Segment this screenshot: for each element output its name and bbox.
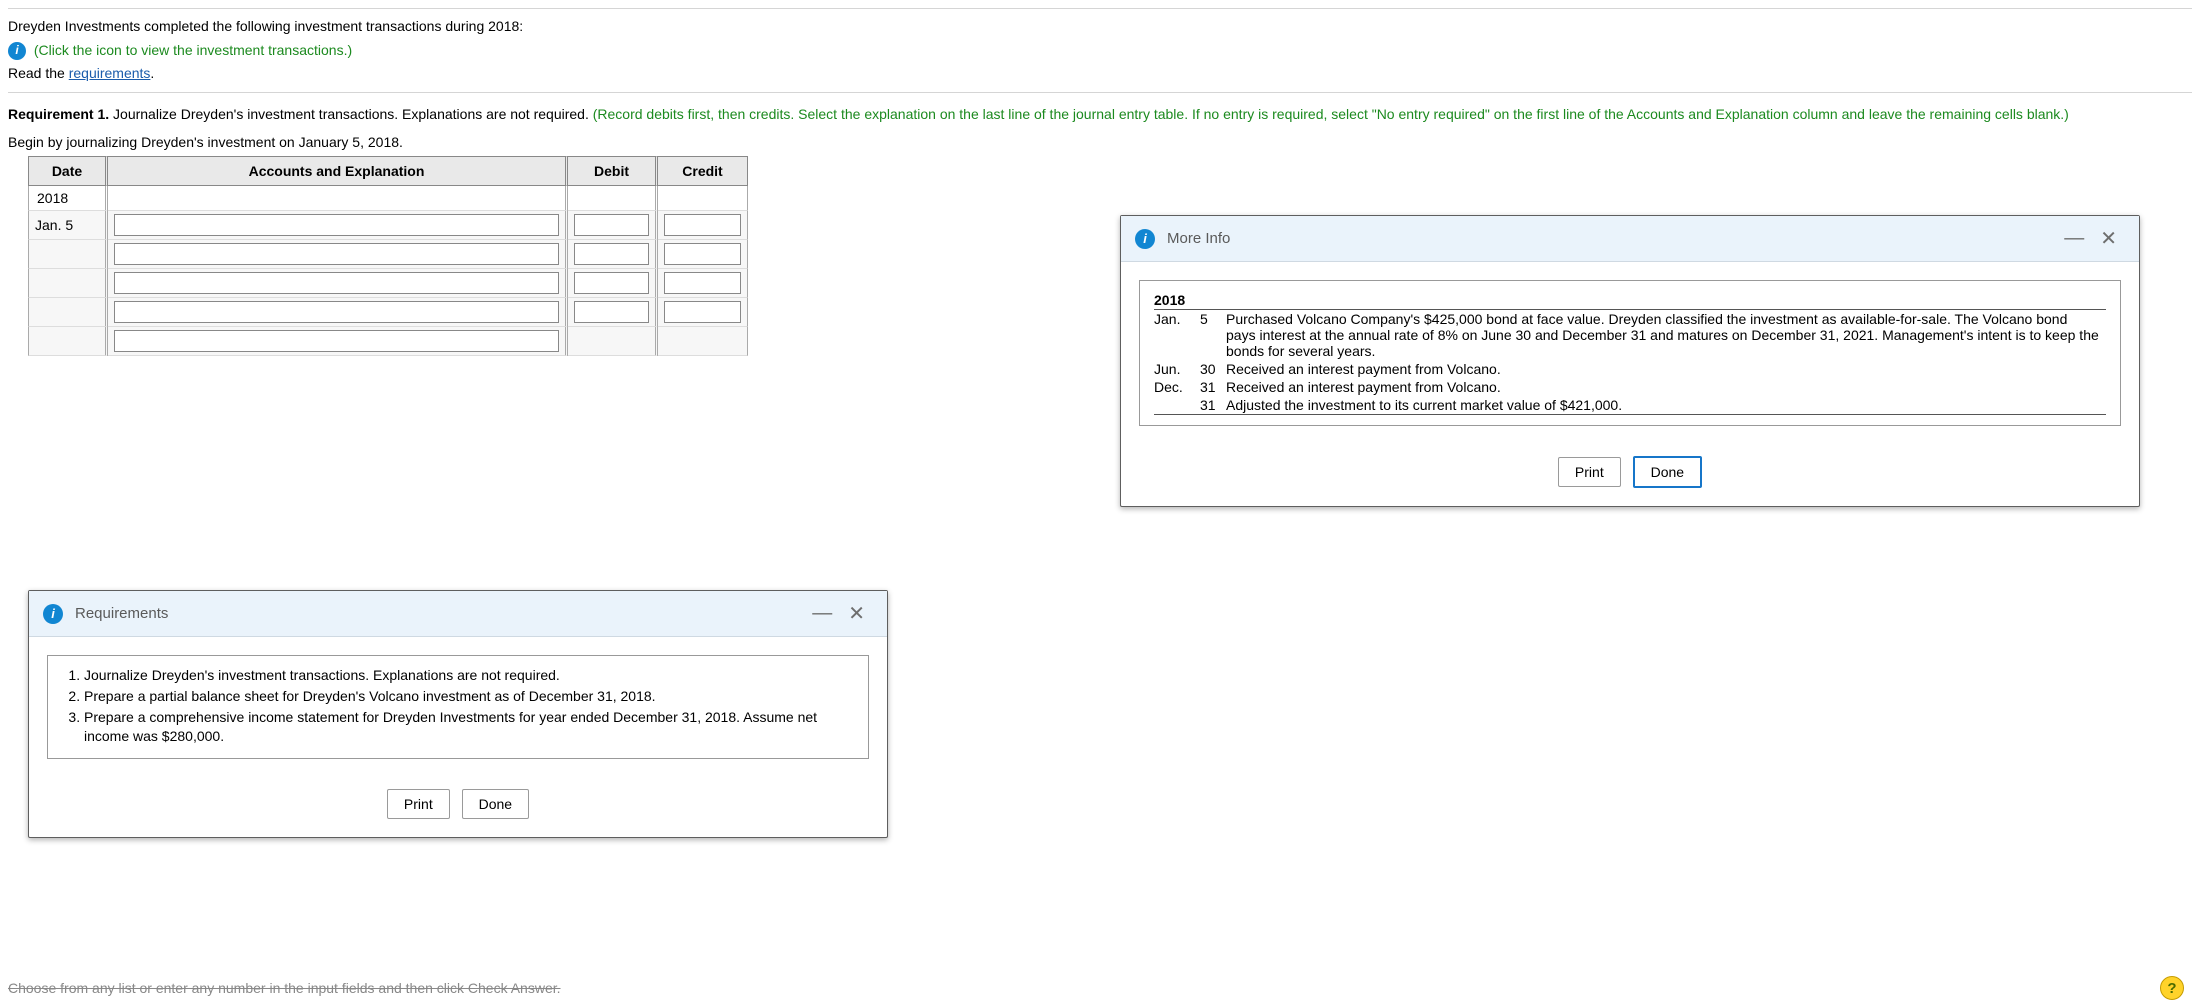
table-row: Jan.5Purchased Volcano Company's $425,00…: [1154, 310, 2106, 361]
credit-input[interactable]: [664, 272, 741, 294]
read-prefix: Read the: [8, 65, 69, 81]
debit-input[interactable]: [574, 214, 649, 236]
requirements-popup: i Requirements — ✕ Journalize Dreyden's …: [28, 590, 888, 838]
table-row: Jan. 5: [28, 211, 748, 240]
done-button[interactable]: Done: [462, 789, 529, 819]
requirement-1: Requirement 1. Journalize Dreyden's inve…: [8, 105, 2184, 125]
journal-date-jan5: Jan. 5: [28, 211, 108, 240]
credit-input[interactable]: [664, 301, 741, 323]
requirement-1-hint: (Record debits first, then credits. Sele…: [593, 106, 2069, 122]
done-button[interactable]: Done: [1633, 456, 1702, 488]
account-input[interactable]: [114, 301, 559, 323]
table-row: Dec.31Received an interest payment from …: [1154, 378, 2106, 396]
account-input[interactable]: [114, 272, 559, 294]
requirements-link[interactable]: requirements: [69, 65, 151, 81]
intro-text: Dreyden Investments completed the follow…: [8, 17, 2192, 37]
close-icon[interactable]: ✕: [2092, 226, 2125, 251]
col-accounts: Accounts and Explanation: [108, 156, 568, 186]
print-button[interactable]: Print: [387, 789, 450, 819]
table-row: [28, 269, 748, 298]
requirement-1-label: Requirement 1.: [8, 106, 109, 122]
col-credit: Credit: [658, 156, 748, 186]
close-icon[interactable]: ✕: [840, 601, 873, 626]
debit-input[interactable]: [574, 243, 649, 265]
footer-hint: Choose from any list or enter any number…: [8, 980, 2160, 996]
col-date: Date: [28, 156, 108, 186]
minimize-icon[interactable]: —: [804, 602, 840, 625]
requirements-list: Journalize Dreyden's investment transact…: [62, 666, 854, 746]
begin-instruction: Begin by journalizing Dreyden's investme…: [8, 134, 2192, 150]
more-info-table: 2018 Jan.5Purchased Volcano Company's $4…: [1154, 291, 2106, 415]
debit-input[interactable]: [574, 272, 649, 294]
minimize-icon[interactable]: —: [2056, 227, 2092, 250]
debit-input[interactable]: [574, 301, 649, 323]
more-info-year: 2018: [1154, 291, 2106, 310]
credit-input[interactable]: [664, 243, 741, 265]
info-icon: i: [1135, 229, 1155, 249]
click-hint: (Click the icon to view the investment t…: [34, 42, 352, 58]
read-suffix: .: [150, 65, 154, 81]
table-row: Jun.30Received an interest payment from …: [1154, 360, 2106, 378]
credit-input[interactable]: [664, 214, 741, 236]
table-row: [28, 298, 748, 327]
info-icon: i: [43, 604, 63, 624]
more-info-popup: i More Info — ✕ 2018 Jan.5Purchased Volc…: [1120, 215, 2140, 507]
account-input[interactable]: [114, 243, 559, 265]
journal-year: 2018: [28, 186, 108, 211]
col-debit: Debit: [568, 156, 658, 186]
list-item: Prepare a partial balance sheet for Drey…: [84, 687, 854, 706]
journal-entry-table: Date Accounts and Explanation Debit Cred…: [28, 156, 748, 356]
info-icon[interactable]: i: [8, 42, 26, 60]
requirements-title: Requirements: [75, 605, 168, 622]
print-button[interactable]: Print: [1558, 457, 1621, 487]
table-row: [28, 240, 748, 269]
account-input[interactable]: [114, 330, 559, 352]
account-input[interactable]: [114, 214, 559, 236]
more-info-title: More Info: [1167, 230, 1230, 247]
table-row: [28, 327, 748, 356]
list-item: Journalize Dreyden's investment transact…: [84, 666, 854, 685]
help-icon[interactable]: ?: [2160, 976, 2184, 1000]
list-item: Prepare a comprehensive income statement…: [84, 708, 854, 746]
requirement-1-text: Journalize Dreyden's investment transact…: [109, 106, 593, 122]
table-row: 31Adjusted the investment to its current…: [1154, 396, 2106, 415]
